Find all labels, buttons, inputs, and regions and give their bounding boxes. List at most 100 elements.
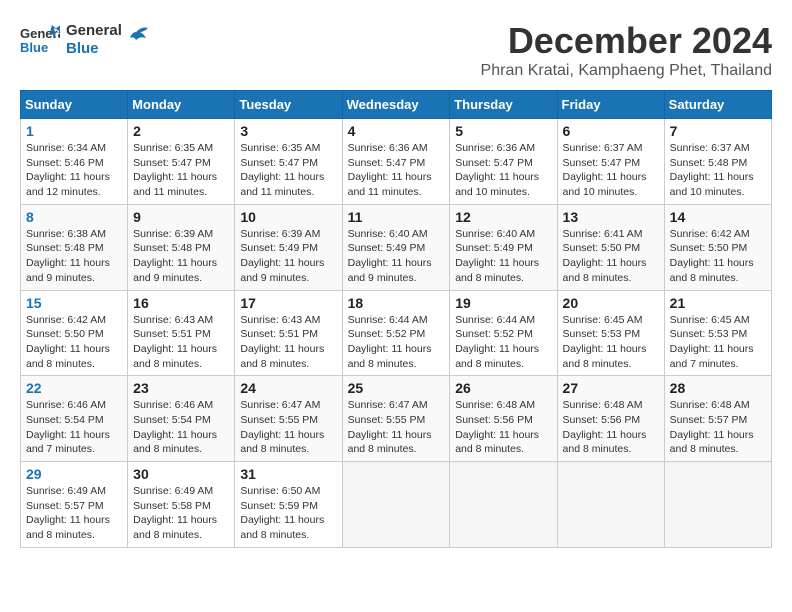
day-detail: Sunrise: 6:36 AMSunset: 5:47 PMDaylight:… [455,141,551,200]
day-number: 1 [26,123,122,139]
day-number: 23 [133,380,229,396]
calendar-cell: 27 Sunrise: 6:48 AMSunset: 5:56 PMDayligh… [557,376,664,462]
location-title: Phran Kratai, Kamphaeng Phet, Thailand [481,62,772,80]
day-number: 30 [133,466,229,482]
calendar-cell: 28 Sunrise: 6:48 AMSunset: 5:57 PMDayligh… [664,376,771,462]
day-number: 3 [240,123,336,139]
calendar-cell: 9Sunrise: 6:39 AMSunset: 5:48 PMDaylight… [128,204,235,290]
day-detail: Sunrise: 6:39 AMSunset: 5:49 PMDaylight:… [240,227,336,286]
day-number: 10 [240,209,336,225]
logo-line1: General [66,22,122,40]
calendar-cell: 12 Sunrise: 6:40 AMSunset: 5:49 PMDayligh… [450,204,557,290]
day-detail: Sunrise: 6:44 AMSunset: 5:52 PMDaylight:… [455,313,551,372]
logo: General Blue General Blue [20,20,150,60]
weekday-header-row: SundayMondayTuesdayWednesdayThursdayFrid… [21,91,772,119]
calendar-cell: 26 Sunrise: 6:48 AMSunset: 5:56 PMDayligh… [450,376,557,462]
calendar-week-3: 15 Sunrise: 6:42 AMSunset: 5:50 PMDayligh… [21,290,772,376]
calendar-cell: 24Sunrise: 6:47 AMSunset: 5:55 PMDayligh… [235,376,342,462]
day-number: 11 [348,209,445,225]
calendar-week-2: 8 Sunrise: 6:38 AMSunset: 5:48 PMDaylight… [21,204,772,290]
calendar-cell: 6 Sunrise: 6:37 AMSunset: 5:47 PMDaylight… [557,119,664,205]
weekday-header-wednesday: Wednesday [342,91,450,119]
logo-icon: General Blue [20,20,60,60]
day-number: 14 [670,209,766,225]
day-number: 15 [26,295,122,311]
calendar-cell: 20 Sunrise: 6:45 AMSunset: 5:53 PMDayligh… [557,290,664,376]
calendar-cell [450,462,557,548]
page-header: General Blue General Blue December 2024 … [20,20,772,80]
day-number: 12 [455,209,551,225]
day-detail: Sunrise: 6:46 AMSunset: 5:54 PMDaylight:… [133,398,229,457]
calendar-cell [557,462,664,548]
calendar-cell: 17 Sunrise: 6:43 AMSunset: 5:51 PMDayligh… [235,290,342,376]
day-detail: Sunrise: 6:44 AMSunset: 5:52 PMDaylight:… [348,313,445,372]
day-detail: Sunrise: 6:45 AMSunset: 5:53 PMDaylight:… [670,313,766,372]
day-number: 2 [133,123,229,139]
calendar-cell: 14Sunrise: 6:42 AMSunset: 5:50 PMDayligh… [664,204,771,290]
calendar-cell: 4Sunrise: 6:36 AMSunset: 5:47 PMDaylight… [342,119,450,205]
day-number: 5 [455,123,551,139]
day-number: 17 [240,295,336,311]
day-number: 31 [240,466,336,482]
calendar-cell: 1 Sunrise: 6:34 AMSunset: 5:46 PMDaylight… [21,119,128,205]
day-detail: Sunrise: 6:35 AMSunset: 5:47 PMDaylight:… [133,141,229,200]
day-detail: Sunrise: 6:34 AMSunset: 5:46 PMDaylight:… [26,141,122,200]
day-number: 9 [133,209,229,225]
day-number: 6 [563,123,659,139]
calendar-cell: 30 Sunrise: 6:49 AMSunset: 5:58 PMDayligh… [128,462,235,548]
day-detail: Sunrise: 6:43 AMSunset: 5:51 PMDaylight:… [240,313,336,372]
day-detail: Sunrise: 6:42 AMSunset: 5:50 PMDaylight:… [26,313,122,372]
calendar-cell [664,462,771,548]
day-number: 18 [348,295,445,311]
day-detail: Sunrise: 6:37 AMSunset: 5:47 PMDaylight:… [563,141,659,200]
calendar-cell: 23 Sunrise: 6:46 AMSunset: 5:54 PMDayligh… [128,376,235,462]
calendar-cell: 7 Sunrise: 6:37 AMSunset: 5:48 PMDaylight… [664,119,771,205]
day-number: 8 [26,209,122,225]
calendar-cell: 8 Sunrise: 6:38 AMSunset: 5:48 PMDaylight… [21,204,128,290]
day-detail: Sunrise: 6:47 AMSunset: 5:55 PMDaylight:… [240,398,336,457]
calendar-cell: 18 Sunrise: 6:44 AMSunset: 5:52 PMDayligh… [342,290,450,376]
day-detail: Sunrise: 6:40 AMSunset: 5:49 PMDaylight:… [455,227,551,286]
day-number: 26 [455,380,551,396]
day-number: 28 [670,380,766,396]
day-number: 13 [563,209,659,225]
svg-text:Blue: Blue [20,40,48,55]
day-detail: Sunrise: 6:50 AMSunset: 5:59 PMDaylight:… [240,484,336,543]
day-detail: Sunrise: 6:37 AMSunset: 5:48 PMDaylight:… [670,141,766,200]
day-detail: Sunrise: 6:38 AMSunset: 5:48 PMDaylight:… [26,227,122,286]
month-title: December 2024 [481,20,772,62]
day-number: 7 [670,123,766,139]
weekday-header-saturday: Saturday [664,91,771,119]
day-detail: Sunrise: 6:49 AMSunset: 5:58 PMDaylight:… [133,484,229,543]
day-number: 21 [670,295,766,311]
calendar-cell: 21 Sunrise: 6:45 AMSunset: 5:53 PMDayligh… [664,290,771,376]
calendar-cell: 29Sunrise: 6:49 AMSunset: 5:57 PMDayligh… [21,462,128,548]
day-detail: Sunrise: 6:48 AMSunset: 5:56 PMDaylight:… [563,398,659,457]
calendar-cell: 16Sunrise: 6:43 AMSunset: 5:51 PMDayligh… [128,290,235,376]
calendar-week-4: 22Sunrise: 6:46 AMSunset: 5:54 PMDayligh… [21,376,772,462]
day-number: 20 [563,295,659,311]
logo-line2: Blue [66,40,122,58]
calendar-cell: 19Sunrise: 6:44 AMSunset: 5:52 PMDayligh… [450,290,557,376]
title-section: December 2024 Phran Kratai, Kamphaeng Ph… [481,20,772,80]
day-detail: Sunrise: 6:35 AMSunset: 5:47 PMDaylight:… [240,141,336,200]
day-detail: Sunrise: 6:49 AMSunset: 5:57 PMDaylight:… [26,484,122,543]
calendar-cell: 25 Sunrise: 6:47 AMSunset: 5:55 PMDayligh… [342,376,450,462]
day-detail: Sunrise: 6:48 AMSunset: 5:57 PMDaylight:… [670,398,766,457]
weekday-header-tuesday: Tuesday [235,91,342,119]
calendar-cell: 11Sunrise: 6:40 AMSunset: 5:49 PMDayligh… [342,204,450,290]
day-number: 27 [563,380,659,396]
calendar-cell: 3 Sunrise: 6:35 AMSunset: 5:47 PMDaylight… [235,119,342,205]
day-detail: Sunrise: 6:41 AMSunset: 5:50 PMDaylight:… [563,227,659,286]
day-detail: Sunrise: 6:48 AMSunset: 5:56 PMDaylight:… [455,398,551,457]
day-number: 25 [348,380,445,396]
calendar-cell: 2 Sunrise: 6:35 AMSunset: 5:47 PMDaylight… [128,119,235,205]
weekday-header-sunday: Sunday [21,91,128,119]
weekday-header-thursday: Thursday [450,91,557,119]
day-detail: Sunrise: 6:46 AMSunset: 5:54 PMDaylight:… [26,398,122,457]
day-detail: Sunrise: 6:36 AMSunset: 5:47 PMDaylight:… [348,141,445,200]
weekday-header-monday: Monday [128,91,235,119]
day-detail: Sunrise: 6:47 AMSunset: 5:55 PMDaylight:… [348,398,445,457]
day-detail: Sunrise: 6:45 AMSunset: 5:53 PMDaylight:… [563,313,659,372]
calendar-cell: 31 Sunrise: 6:50 AMSunset: 5:59 PMDayligh… [235,462,342,548]
